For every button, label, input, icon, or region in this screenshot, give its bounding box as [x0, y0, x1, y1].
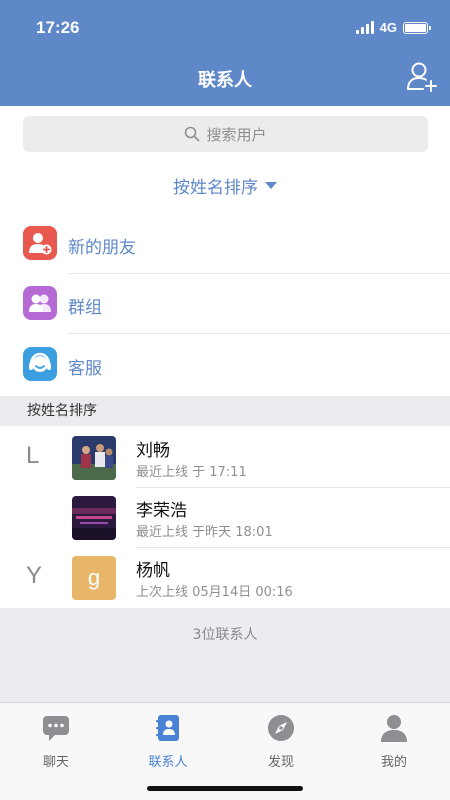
tab-label: 聊天	[42, 755, 69, 770]
signal-icon	[355, 21, 374, 34]
contacts-footer: 3位联系人	[0, 608, 450, 702]
battery-icon	[403, 21, 431, 34]
contact-last-seen: 最近上线 于 17:11	[136, 465, 247, 480]
contact-last-seen: 最近上线 于昨天 18:01	[136, 525, 273, 540]
section-header: 按姓名排序	[0, 396, 450, 426]
menu-item-label: 新的朋友	[68, 238, 136, 258]
contact-avatar: g	[72, 556, 116, 600]
index-letter: Y	[26, 562, 43, 589]
menu-item-label: 客服	[68, 359, 102, 379]
discover-icon	[268, 715, 294, 741]
search-placeholder: 搜索用户	[206, 125, 267, 144]
contact-name: 李荣浩	[136, 501, 187, 521]
new-friend-icon	[23, 226, 57, 260]
contact-avatar	[72, 496, 116, 540]
search-container: 搜索用户	[0, 106, 450, 158]
contact-row[interactable]: L 刘畅 最近上线 于 17:11	[0, 428, 450, 488]
customer-service-icon	[23, 347, 57, 381]
sort-dropdown[interactable]: 按姓名排序	[0, 166, 450, 204]
contact-name: 刘畅	[136, 441, 170, 461]
tab-discover[interactable]: 发现	[225, 711, 337, 771]
add-contact-icon	[407, 62, 437, 92]
home-indicator	[147, 786, 303, 791]
menu-item-customer-service[interactable]: 客服	[0, 335, 450, 395]
tab-label: 联系人	[148, 755, 188, 770]
status-bar: 17:26 4G	[0, 0, 450, 56]
nav-bar: 联系人	[0, 56, 450, 106]
tab-chat[interactable]: 聊天	[0, 711, 112, 771]
index-letter: L	[26, 442, 40, 469]
contact-count: 3位联系人	[192, 627, 258, 643]
sort-label: 按姓名排序	[173, 177, 258, 198]
contact-last-seen: 上次上线 05月14日 00:16	[136, 585, 293, 600]
contacts-icon	[156, 715, 179, 741]
tab-contacts[interactable]: 联系人	[112, 711, 224, 771]
search-icon	[185, 126, 200, 142]
contact-row[interactable]: 李荣浩 最近上线 于昨天 18:01	[0, 488, 450, 548]
page-title: 联系人	[198, 70, 252, 91]
network-type: 4G	[379, 20, 397, 35]
tab-label: 我的	[380, 755, 407, 770]
menu-item-new-friends[interactable]: 新的朋友	[0, 214, 450, 274]
chat-icon	[43, 716, 69, 741]
search-input[interactable]: 搜索用户	[23, 116, 428, 152]
chevron-down-icon	[265, 181, 277, 189]
divider	[68, 333, 450, 334]
contact-name: 杨帆	[136, 561, 170, 581]
status-indicators: 4G	[355, 20, 431, 35]
contact-row[interactable]: Y g 杨帆 上次上线 05月14日 00:16	[0, 548, 450, 608]
add-contact-button[interactable]	[406, 60, 438, 94]
group-icon	[23, 286, 57, 320]
contact-avatar	[72, 436, 116, 480]
tab-profile[interactable]: 我的	[338, 711, 450, 771]
status-time: 17:26	[36, 18, 80, 37]
menu-item-label: 群组	[68, 298, 102, 318]
tab-label: 发现	[267, 755, 294, 770]
avatar-letter: g	[87, 565, 101, 590]
menu-item-groups[interactable]: 群组	[0, 274, 450, 334]
profile-icon	[381, 715, 407, 742]
